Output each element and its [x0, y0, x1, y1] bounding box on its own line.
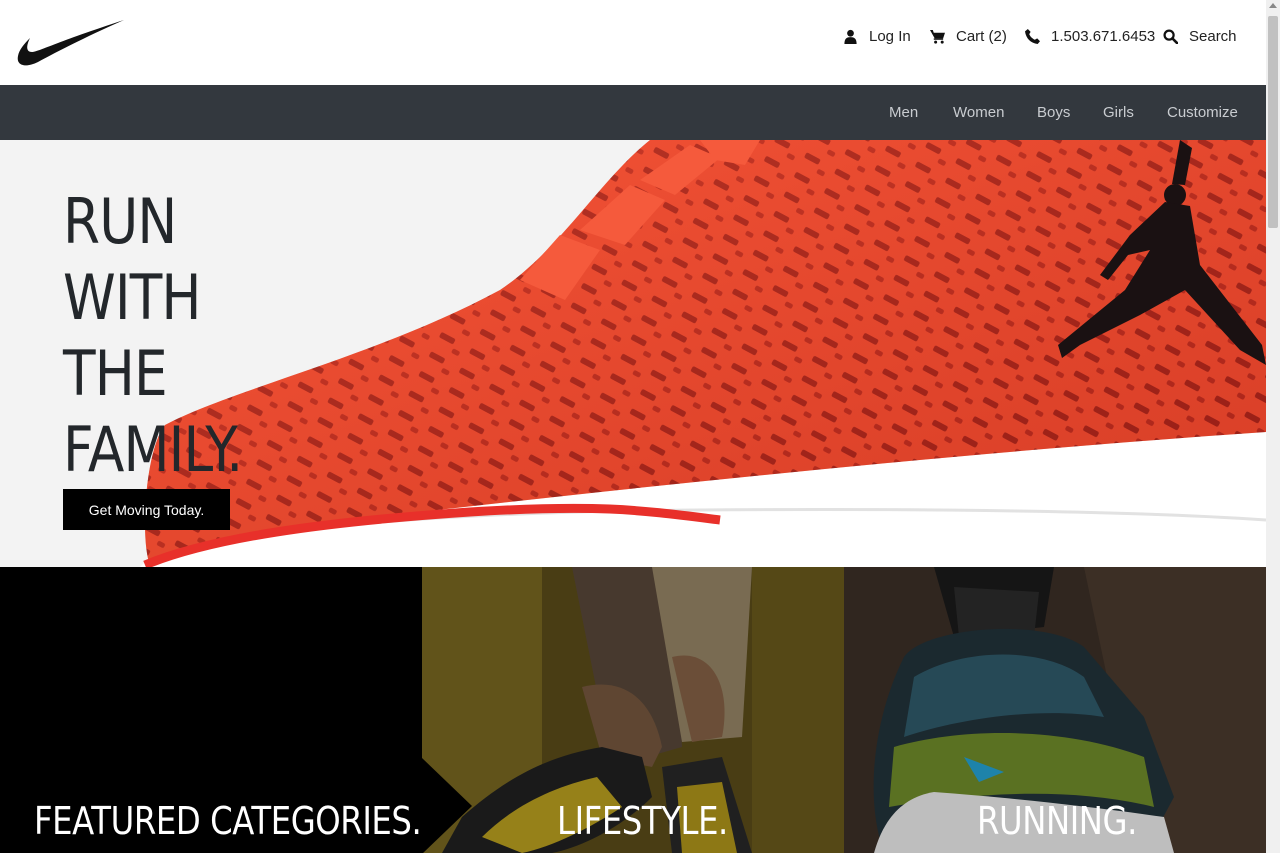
nav-women[interactable]: Women — [953, 104, 1004, 121]
search-icon — [1163, 28, 1178, 44]
running-heading: RUNNING. — [977, 799, 1137, 843]
login-label: Log In — [869, 27, 911, 45]
hero-line-3: THE — [63, 337, 168, 410]
categories-section: FEATURED CATEGORIES. LIFESTYLE. RUNNING. — [0, 567, 1266, 853]
cart-link[interactable]: Cart (2) — [930, 25, 1007, 47]
running-category-card[interactable]: RUNNING. — [844, 567, 1266, 853]
scrollbar-thumb[interactable] — [1268, 16, 1278, 228]
cart-label: Cart (2) — [956, 27, 1007, 45]
hero-line-2: WITH — [63, 261, 202, 334]
lifestyle-heading: LIFESTYLE. — [557, 799, 728, 843]
site-header: Log In Cart (2) 1.503.671.6453 Search — [0, 0, 1266, 85]
hero-heading: RUN WITH THE FAMILY. — [63, 184, 243, 488]
main-nav: Men Women Boys Girls Customize — [0, 85, 1266, 140]
phone-number: 1.503.671.6453 — [1051, 27, 1156, 45]
get-moving-button[interactable]: Get Moving Today. — [63, 489, 230, 530]
nav-men[interactable]: Men — [889, 104, 918, 121]
user-icon — [844, 29, 857, 44]
page-scrollbar[interactable] — [1266, 0, 1280, 853]
nike-swoosh-logo[interactable] — [16, 18, 126, 68]
hero-line-1: RUN — [63, 185, 177, 258]
search-link[interactable]: Search — [1163, 25, 1237, 47]
cart-icon — [930, 29, 945, 44]
phone-icon — [1025, 28, 1040, 44]
nav-boys[interactable]: Boys — [1037, 104, 1070, 121]
hero-banner: RUN WITH THE FAMILY. Get Moving Today. — [0, 140, 1266, 567]
hero-line-4: FAMILY. — [63, 413, 243, 486]
scroll-up-arrow-icon[interactable] — [1269, 3, 1277, 8]
phone-link[interactable]: 1.503.671.6453 — [1025, 25, 1155, 47]
login-link[interactable]: Log In — [843, 25, 911, 47]
featured-categories-panel: FEATURED CATEGORIES. — [0, 567, 422, 853]
featured-categories-heading: FEATURED CATEGORIES. — [34, 799, 422, 843]
search-label: Search — [1189, 27, 1237, 45]
nav-girls[interactable]: Girls — [1103, 104, 1134, 121]
featured-arrow-pointer — [422, 758, 472, 853]
lifestyle-category-card[interactable]: LIFESTYLE. — [422, 567, 844, 853]
nav-customize[interactable]: Customize — [1167, 104, 1238, 121]
